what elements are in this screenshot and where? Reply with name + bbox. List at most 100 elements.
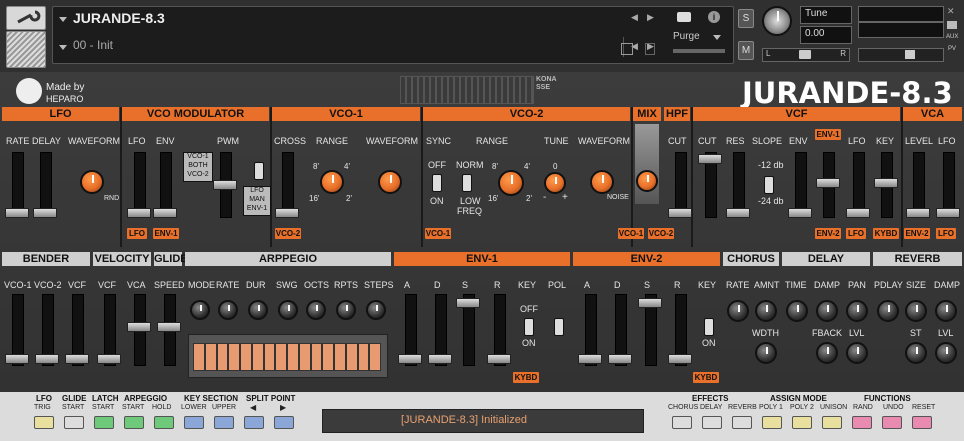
fx-delay-button[interactable]	[702, 416, 722, 429]
assign-unison-button[interactable]	[822, 416, 842, 429]
instrument-thumbnail[interactable]	[6, 31, 46, 68]
env1-key-toggle[interactable]	[524, 318, 534, 336]
env1-pol-toggle[interactable]	[554, 318, 564, 336]
vcomod-opt-vco2[interactable]: VCO-2	[184, 171, 212, 178]
split-left-button[interactable]	[244, 416, 264, 429]
vco2-tune-knob[interactable]	[544, 172, 566, 194]
snapshot-dropdown-icon[interactable]	[59, 45, 67, 50]
lfo-waveform-knob[interactable]	[80, 170, 104, 194]
env1-s-handle[interactable]	[456, 298, 480, 308]
fx-reverb-button[interactable]	[732, 416, 752, 429]
vco1-waveform-knob[interactable]	[378, 170, 402, 194]
vcomod-opt-vco1[interactable]: VCO-1	[184, 153, 212, 160]
output-dropdown-icon[interactable]	[713, 35, 721, 40]
env2-d-handle[interactable]	[608, 354, 632, 364]
vcf-lfo-handle[interactable]	[846, 208, 870, 218]
arp-step[interactable]	[193, 343, 205, 371]
arp-step[interactable]	[228, 343, 240, 371]
tune-value-box[interactable]: 0.00	[800, 26, 852, 44]
arp-step[interactable]	[204, 343, 217, 371]
aux-button[interactable]: AUX	[946, 34, 958, 40]
delay-pan-knob[interactable]	[846, 300, 868, 322]
vco1-cross-handle[interactable]	[275, 208, 299, 218]
pwm-src-man[interactable]: MAN	[244, 196, 270, 203]
arp-rpts-knob[interactable]	[336, 300, 356, 320]
pan-handle[interactable]	[799, 50, 811, 59]
bender-vcf-handle[interactable]	[65, 354, 89, 364]
pwm-src-env1[interactable]: ENV-1	[244, 205, 270, 212]
arp-step[interactable]	[322, 343, 334, 371]
env2-s-handle[interactable]	[638, 298, 662, 308]
delay-fback-knob[interactable]	[816, 342, 838, 364]
arp-steps-knob[interactable]	[366, 300, 386, 320]
volume-slider[interactable]	[858, 48, 944, 62]
delay-damp-knob[interactable]	[816, 300, 838, 322]
vcomod-lfo-handle[interactable]	[127, 208, 151, 218]
env1-d-handle[interactable]	[428, 354, 452, 364]
snapshot-name[interactable]: 00 - Init	[73, 38, 113, 52]
velocity-vcf-handle[interactable]	[97, 354, 121, 364]
reverb-lvl-knob[interactable]	[935, 342, 957, 364]
key-upper-button[interactable]	[214, 416, 234, 429]
assign-poly2-button[interactable]	[792, 416, 812, 429]
arp-dur-knob[interactable]	[248, 300, 268, 320]
latch-start-button[interactable]	[94, 416, 114, 429]
arp-mode-knob[interactable]	[190, 300, 210, 320]
vcf-key-handle[interactable]	[874, 178, 898, 188]
solo-button[interactable]: S	[738, 9, 754, 28]
camera-icon[interactable]	[677, 12, 691, 22]
reverb-damp-knob[interactable]	[935, 300, 957, 322]
env2-r-handle[interactable]	[668, 354, 692, 364]
minimize-icon[interactable]	[947, 21, 957, 29]
arp-step[interactable]	[240, 343, 252, 371]
glide-speed-handle[interactable]	[157, 322, 181, 332]
chorus-amnt-knob[interactable]	[755, 300, 777, 322]
arp-step[interactable]	[310, 343, 323, 371]
output-label[interactable]: Purge	[673, 31, 700, 42]
mute-button[interactable]: M	[738, 41, 754, 60]
fx-chorus-button[interactable]	[672, 416, 692, 429]
volume-handle[interactable]	[905, 50, 915, 59]
pv-button[interactable]: PV	[948, 46, 956, 52]
tune-knob[interactable]	[762, 6, 792, 36]
hpf-cut-handle[interactable]	[668, 208, 692, 218]
delete-icon[interactable]	[645, 43, 655, 55]
key-lower-button[interactable]	[184, 416, 204, 429]
delay-time-knob[interactable]	[786, 300, 808, 322]
func-reset-button[interactable]	[912, 416, 932, 429]
arp-hold-button[interactable]	[154, 416, 174, 429]
vco2-range-knob[interactable]	[498, 170, 524, 196]
tune-value[interactable]: 0.00	[805, 28, 824, 39]
vcf-cut-handle[interactable]	[698, 154, 722, 164]
bender-vco2-handle[interactable]	[35, 354, 59, 364]
bender-vco1-handle[interactable]	[5, 354, 29, 364]
vco1-range-knob[interactable]	[320, 170, 344, 194]
env2-key-toggle[interactable]	[704, 318, 714, 336]
arp-step[interactable]	[298, 343, 311, 371]
arp-swg-knob[interactable]	[278, 300, 298, 320]
prev-instrument-icon[interactable]: ◀	[631, 12, 638, 23]
save-icon[interactable]	[621, 43, 633, 55]
vcomod-opt-both[interactable]: BOTH	[184, 162, 212, 169]
vcomod-pwm-handle[interactable]	[213, 180, 237, 190]
vcf-envmod-handle[interactable]	[816, 178, 840, 188]
instrument-name[interactable]: JURANDE-8.3	[73, 10, 165, 26]
func-undo-button[interactable]	[882, 416, 902, 429]
env1-r-handle[interactable]	[487, 354, 511, 364]
arp-step[interactable]	[251, 343, 264, 371]
env2-a-handle[interactable]	[578, 354, 602, 364]
arp-step[interactable]	[345, 343, 358, 371]
lfo-rate-handle[interactable]	[5, 208, 29, 218]
arp-step[interactable]	[216, 343, 229, 371]
reverb-pdlay-knob[interactable]	[877, 300, 899, 322]
vcomod-target-selector[interactable]: VCO-1 BOTH VCO-2	[183, 152, 213, 182]
pwm-src-lfo[interactable]: LFO	[244, 187, 270, 194]
pan-slider[interactable]: L R	[762, 48, 850, 62]
split-right-button[interactable]	[274, 416, 294, 429]
vcf-res-handle[interactable]	[726, 208, 750, 218]
arp-step[interactable]	[369, 343, 381, 371]
arp-step[interactable]	[275, 343, 287, 371]
chorus-rate-knob[interactable]	[727, 300, 749, 322]
glide-start-button[interactable]	[64, 416, 84, 429]
delay-lvl-knob[interactable]	[846, 342, 868, 364]
